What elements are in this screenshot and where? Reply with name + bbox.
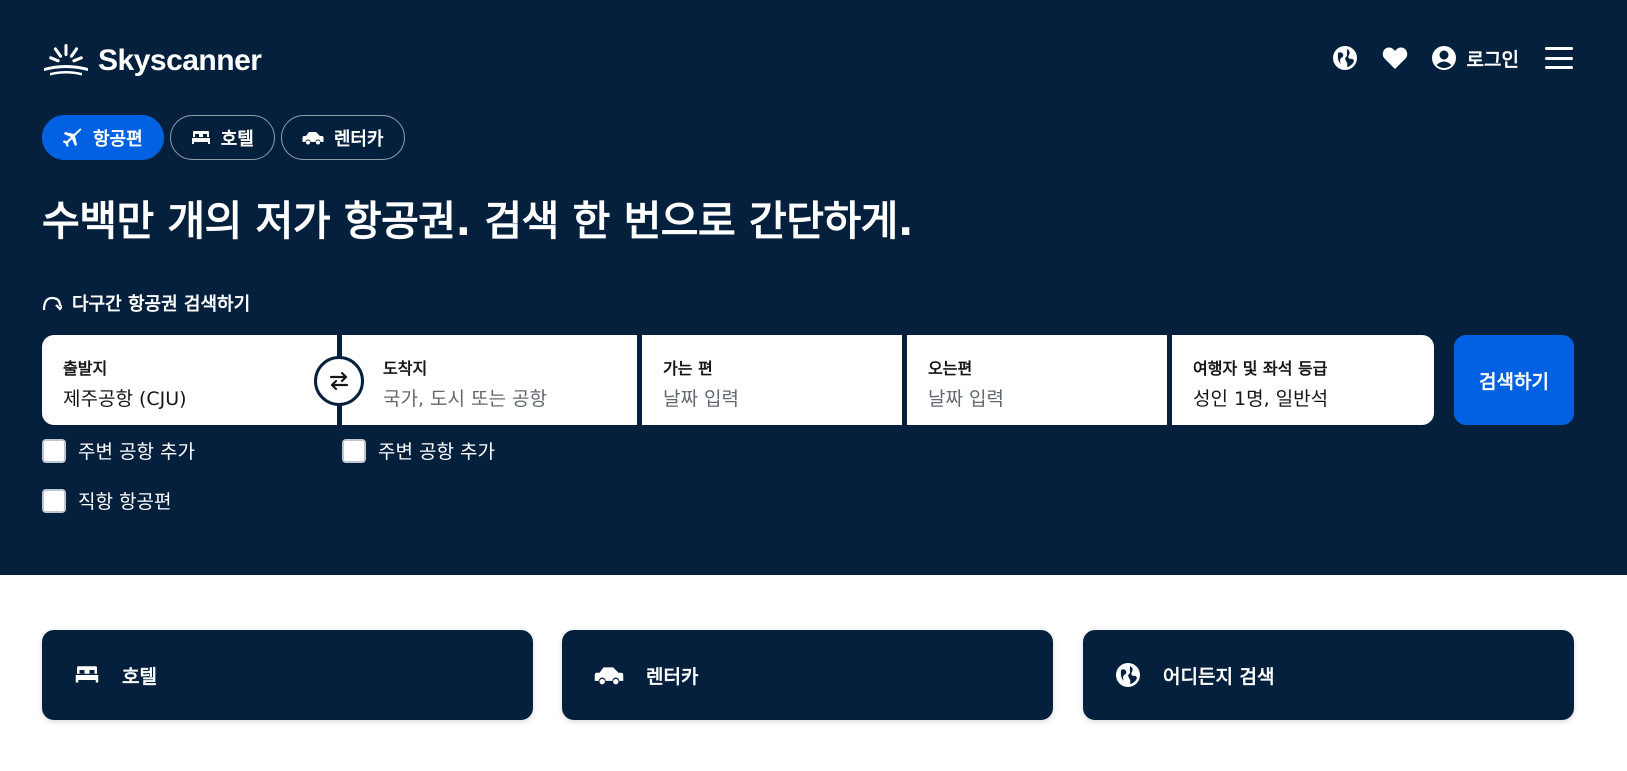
travellers-value: 성인 1명, 일반석 <box>1193 388 1329 410</box>
product-tabs: 항공편 호텔 렌터카 <box>42 115 405 160</box>
swap-button[interactable] <box>314 356 364 406</box>
car-icon <box>594 666 624 684</box>
car-hire-card[interactable]: 렌터카 <box>562 630 1053 720</box>
travellers-label: 여행자 및 좌석 등급 <box>1193 359 1328 378</box>
hero-section: Skyscanner 로그인 항공편 호텔 렌터카 수백만 개의 저가 항공권.… <box>0 0 1627 575</box>
origin-value: 제주공항 (CJU) <box>63 388 187 410</box>
destination-field[interactable]: 도착지 국가, 도시 또는 공항 <box>342 335 637 425</box>
return-label: 오는편 <box>928 359 973 378</box>
destination-label: 도착지 <box>383 359 428 378</box>
multi-city-label: 다구간 항공권 검색하기 <box>72 294 251 315</box>
origin-field[interactable]: 출발지 제주공항 (CJU) <box>42 335 337 425</box>
destination-nearby-checkbox[interactable]: 주변 공항 추가 <box>342 437 495 464</box>
login-label: 로그인 <box>1466 48 1519 71</box>
return-date-field[interactable]: 오는편 날짜 입력 <box>907 335 1167 425</box>
header-actions: 로그인 <box>1331 44 1573 72</box>
origin-label: 출발지 <box>63 359 108 378</box>
checkbox-label: 직항 항공편 <box>78 491 172 513</box>
sunrise-logo-icon <box>44 44 88 76</box>
logo-text: Skyscanner <box>98 44 262 77</box>
heart-icon[interactable] <box>1381 44 1409 72</box>
menu-icon[interactable] <box>1545 47 1573 69</box>
page-title: 수백만 개의 저가 항공권. 검색 한 번으로 간단하게. <box>42 197 913 245</box>
bed-icon <box>191 130 210 144</box>
direct-flights-checkbox[interactable]: 직항 항공편 <box>42 487 171 514</box>
return-placeholder: 날짜 입력 <box>928 388 1004 410</box>
tab-hotels[interactable]: 호텔 <box>169 115 275 160</box>
depart-label: 가는 편 <box>663 359 713 378</box>
search-button[interactable]: 검색하기 <box>1454 335 1574 425</box>
card-label: 렌터카 <box>646 665 699 688</box>
card-label: 어디든지 검색 <box>1163 665 1275 688</box>
plane-icon <box>63 128 82 147</box>
globe-icon <box>1116 663 1140 687</box>
travellers-field[interactable]: 여행자 및 좌석 등급 성인 1명, 일반석 <box>1172 335 1434 425</box>
card-label: 호텔 <box>122 665 157 688</box>
explore-everywhere-card[interactable]: 어디든지 검색 <box>1083 630 1574 720</box>
login-button[interactable]: 로그인 <box>1431 45 1519 72</box>
globe-icon[interactable] <box>1331 44 1359 72</box>
tab-flights[interactable]: 항공편 <box>42 115 164 160</box>
checkbox-box[interactable] <box>42 488 66 513</box>
tab-label: 렌터카 <box>333 128 384 150</box>
tab-car-hire[interactable]: 렌터카 <box>280 115 405 160</box>
hotels-card[interactable]: 호텔 <box>42 630 533 720</box>
flight-search-form: 출발지 제주공항 (CJU) 도착지 국가, 도시 또는 공항 가는 편 날짜 … <box>42 335 1574 425</box>
checkbox-box[interactable] <box>42 438 66 463</box>
swap-icon <box>329 371 349 391</box>
depart-date-field[interactable]: 가는 편 날짜 입력 <box>642 335 902 425</box>
bed-icon <box>75 666 99 683</box>
depart-placeholder: 날짜 입력 <box>663 388 739 410</box>
destination-placeholder: 국가, 도시 또는 공항 <box>383 388 547 410</box>
user-icon <box>1431 46 1456 70</box>
origin-nearby-checkbox[interactable]: 주변 공항 추가 <box>42 437 195 464</box>
checkbox-label: 주변 공항 추가 <box>78 441 195 463</box>
checkbox-label: 주변 공항 추가 <box>378 441 495 463</box>
tab-label: 항공편 <box>93 128 143 150</box>
car-icon <box>302 131 324 144</box>
explore-cards: 호텔 렌터카 어디든지 검색 <box>42 630 1574 720</box>
tab-label: 호텔 <box>220 128 254 150</box>
skyscanner-logo[interactable]: Skyscanner <box>42 44 262 78</box>
multi-city-link[interactable]: 다구간 항공권 검색하기 <box>42 290 250 316</box>
checkbox-box[interactable] <box>342 438 366 463</box>
multi-city-icon <box>42 296 62 311</box>
